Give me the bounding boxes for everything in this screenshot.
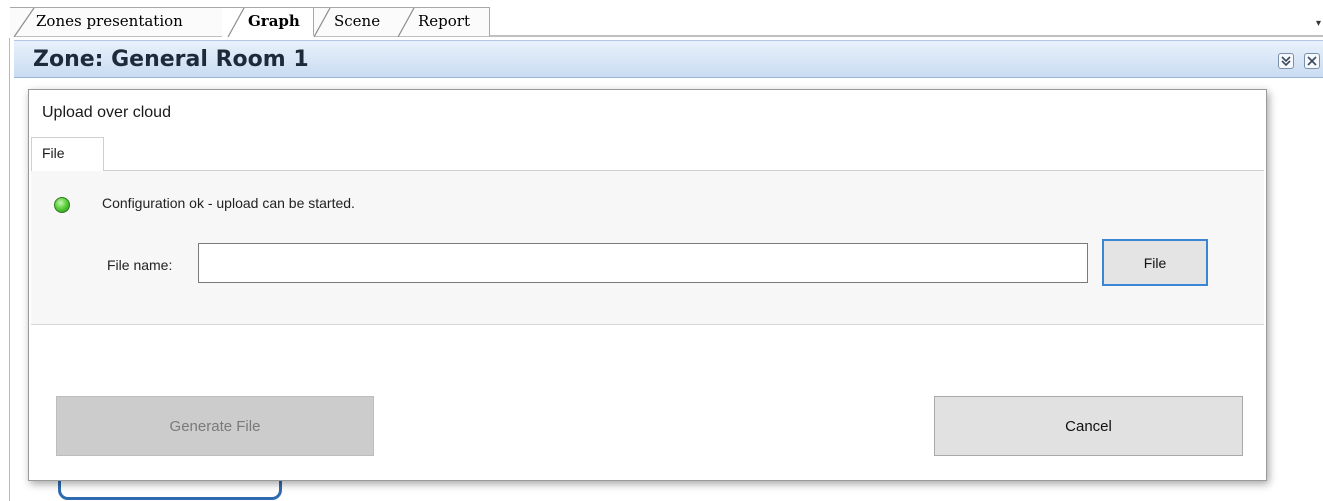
file-name-label: File name: <box>107 257 173 273</box>
close-icon[interactable] <box>1304 53 1320 69</box>
file-name-input[interactable] <box>198 243 1088 283</box>
green-status-led-icon <box>54 197 70 213</box>
dialog-title: Upload over cloud <box>42 104 171 121</box>
tab-strip: Zones presentation Graph Scene Report ▾ <box>0 0 1323 38</box>
tab-report[interactable]: Report <box>392 7 490 37</box>
left-frame-line <box>9 38 10 501</box>
tab-zones-presentation[interactable]: Zones presentation <box>10 7 228 37</box>
tab-scene[interactable]: Scene <box>308 7 396 37</box>
dialog-tab-file[interactable]: File <box>31 137 104 171</box>
app-window: Zones presentation Graph Scene Report ▾ … <box>0 0 1323 501</box>
double-chevron-down-icon[interactable] <box>1278 53 1294 69</box>
tab-graph[interactable]: Graph <box>222 7 314 37</box>
tab-label: Report <box>418 12 471 30</box>
tab-slant-shape <box>227 8 245 37</box>
tab-overflow-icon[interactable]: ▾ <box>1316 18 1321 29</box>
status-message: Configuration ok - upload can be started… <box>102 195 355 211</box>
tab-label: Zones presentation <box>36 12 183 30</box>
tab-label: Graph <box>248 12 300 30</box>
tab-slant-shape <box>397 8 415 37</box>
cancel-button[interactable]: Cancel <box>934 396 1243 456</box>
file-browse-button[interactable]: File <box>1102 239 1208 286</box>
tab-slant-shape <box>13 8 35 37</box>
upload-dialog: Upload over cloud File Configuration ok … <box>28 89 1267 481</box>
tab-label: Scene <box>334 12 381 30</box>
generate-file-button[interactable]: Generate File <box>56 396 374 456</box>
zone-header: Zone: General Room 1 <box>14 40 1323 78</box>
zone-title: Zone: General Room 1 <box>33 47 309 72</box>
file-tab-panel: Configuration ok - upload can be started… <box>31 170 1264 325</box>
